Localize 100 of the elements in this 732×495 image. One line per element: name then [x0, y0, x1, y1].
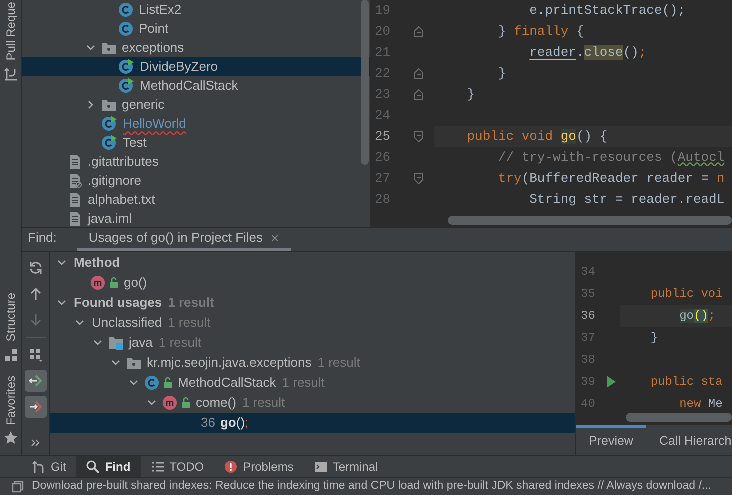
tool-window-tab[interactable]: Pull Reque [4, 2, 16, 61]
lock-icon [181, 397, 191, 409]
run-icon[interactable] [606, 376, 616, 388]
tool-window-tab[interactable]: Structure [4, 292, 16, 342]
navigate-arrow-icon [28, 374, 42, 388]
line-number: 37 [580, 330, 596, 347]
line-number: 21 [374, 44, 392, 62]
tool-window-tab[interactable]: Terminal [304, 456, 388, 478]
result-item[interactable]: MethodCallStack 1 result [50, 373, 575, 393]
line-number: 38 [580, 352, 596, 369]
star-icon [4, 431, 18, 445]
result-item[interactable]: 36 go(); [50, 413, 575, 433]
result-item[interactable]: go() [50, 273, 575, 293]
class-icon [118, 20, 134, 36]
rerun-icon [28, 261, 42, 275]
result-item[interactable]: java 1 result [50, 333, 575, 353]
ignored-file-icon [67, 172, 83, 188]
result-item[interactable]: come() 1 result [50, 393, 575, 413]
line-number: 28 [374, 190, 392, 209]
horizontal-scrollbar[interactable] [448, 216, 732, 225]
code-line: e.printStackTrace(); [528, 2, 686, 20]
line-number: 40 [580, 396, 596, 413]
tree-item[interactable]: exceptions [22, 38, 370, 57]
line-number: 20 [374, 22, 392, 41]
close-tab-button[interactable]: × [271, 228, 280, 248]
status-message: Download pre-built shared indexes: Reduce the indexing time and CPU load with pre-built JDK shared indexes // Always download /... [32, 478, 712, 494]
class-icon [144, 375, 160, 391]
runnable-class-icon [101, 134, 118, 150]
method-icon [90, 275, 106, 291]
tree-item[interactable]: DivideByZero [22, 57, 370, 76]
line-number: 19 [374, 2, 392, 20]
lock-icon [109, 277, 119, 289]
tree-item[interactable]: Point [22, 19, 370, 38]
scrollbar-thumb[interactable] [361, 0, 369, 165]
line-number: 26 [374, 148, 392, 167]
code-line: try(BufferedReader reader = n [497, 170, 725, 188]
file-icon [67, 154, 83, 170]
terminal-icon [314, 460, 328, 474]
tool-window-tab[interactable]: TODO [140, 456, 214, 478]
code-line: public voi [650, 286, 723, 303]
code-line: go(); [678, 308, 716, 325]
tree-item[interactable]: alphabet.txt [22, 190, 370, 209]
tree-item[interactable]: MethodCallStack [22, 76, 370, 95]
line-number: 36 [580, 308, 596, 325]
status-panel-icon[interactable] [12, 480, 24, 492]
list-icon [150, 460, 165, 474]
lock-icon [163, 377, 173, 389]
tree-item[interactable]: HelloWorld [22, 114, 370, 133]
code-line: // try-with-resources (Autocl [497, 148, 725, 167]
find-label: Find: [27, 228, 58, 246]
code-line: public sta [650, 374, 723, 391]
pull-request-icon [4, 66, 18, 81]
method-icon [162, 395, 178, 411]
code-line: String str = reader.readL [528, 190, 725, 209]
export-arrow-icon [28, 400, 42, 414]
tree-item[interactable]: .gitignore [22, 171, 370, 190]
file-icon [67, 192, 83, 208]
preview-tab[interactable]: Call Hierarch [646, 425, 732, 455]
result-item[interactable]: Unclassified 1 result [50, 313, 575, 333]
line-number: 39 [580, 374, 596, 391]
result-item[interactable]: Method [50, 253, 575, 273]
line-number: 24 [374, 106, 392, 125]
tool-window-tab[interactable]: Git [22, 456, 76, 478]
result-item[interactable]: kr.mjc.seojin.java.exceptions 1 result [50, 353, 575, 373]
code-line: } finally { [497, 22, 584, 41]
runnable-class-icon [118, 58, 135, 74]
structure-icon [4, 348, 18, 362]
tree-item[interactable]: generic [22, 95, 370, 114]
runnable-class-icon [101, 116, 118, 132]
navigate-arrow-button[interactable] [24, 370, 46, 392]
up-arrow-icon [28, 287, 42, 301]
tool-window-tab[interactable]: Problems [214, 456, 304, 478]
usages-tab[interactable]: Usages of go() in Project Files × [76, 228, 292, 251]
horizontal-scrollbar[interactable] [626, 413, 732, 422]
preview-tab[interactable]: Preview [576, 425, 646, 455]
line-number: 27 [374, 170, 392, 188]
line-number: 25 [374, 128, 392, 146]
error-icon [224, 460, 238, 474]
package-folder-icon [126, 355, 142, 371]
export-arrow-button[interactable] [24, 396, 46, 418]
down-arrow-icon [28, 313, 42, 327]
line-number: 35 [580, 286, 596, 303]
line-number: 34 [580, 264, 596, 281]
tool-window-tab[interactable]: Favorites [4, 376, 16, 425]
tree-item[interactable]: ListEx2 [22, 0, 370, 19]
code-line: } [650, 330, 658, 347]
class-icon [118, 2, 134, 18]
line-number: 22 [374, 64, 392, 83]
code-line: } [466, 86, 476, 104]
search-icon [86, 460, 100, 474]
tree-item[interactable]: .gitattributes [22, 152, 370, 171]
more-chevrons-icon [30, 439, 40, 447]
tree-item[interactable]: java.iml [22, 209, 370, 227]
tree-item[interactable]: Test [22, 133, 370, 152]
line-number: 23 [374, 86, 392, 104]
result-item[interactable]: Found usages 1 result [50, 293, 575, 313]
tool-window-tab[interactable]: Find [76, 456, 141, 478]
source-folder-icon [108, 335, 124, 351]
group-icon [28, 348, 42, 362]
code-line: new Me [678, 396, 723, 413]
